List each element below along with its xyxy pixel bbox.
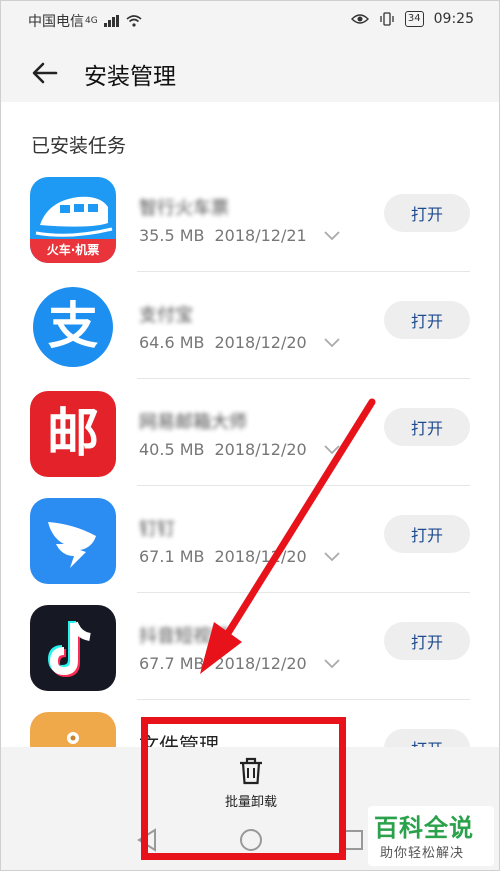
app-name: 钉钉 <box>139 519 175 540</box>
battery-indicator: 34 <box>404 11 424 27</box>
install-date: 2018/12/20 <box>214 547 307 566</box>
dingtalk-icon <box>48 522 96 568</box>
install-date: 2018/12/20 <box>214 440 307 459</box>
app-size: 40.5 MB <box>139 440 205 459</box>
list-item[interactable]: 邮 网易邮箱大师 40.5 MB 2018/12/20 打开 <box>0 379 500 486</box>
open-button[interactable]: 打开 <box>384 622 470 660</box>
install-date: 2018/12/20 <box>214 333 307 352</box>
watermark-title: 百科全说 <box>374 814 474 842</box>
train-app-icon: 火车·机票 <box>30 177 116 263</box>
watermark-logo: 百科全说 助你轻松解决 <box>368 806 494 866</box>
app-size: 64.6 MB <box>139 333 205 352</box>
page-title: 安装管理 <box>84 64 176 90</box>
list-item[interactable]: 火车·机票 智行火车票 35.5 MB 2018/12/21 打开 <box>0 165 500 272</box>
mail-glyph: 邮 <box>46 404 99 464</box>
app-size: 67.1 MB <box>139 547 205 566</box>
app-meta: 64.6 MB 2018/12/20 <box>139 333 341 352</box>
status-right: 34 09:25 <box>350 11 474 27</box>
open-button[interactable]: 打开 <box>384 301 470 339</box>
list-item[interactable]: 支 支付宝 64.6 MB 2018/12/20 打开 <box>0 272 500 379</box>
app-header: 安装管理 <box>0 44 500 102</box>
highlight-annotation-box <box>141 717 346 860</box>
app-meta: 67.7 MB 2018/12/20 <box>139 654 341 673</box>
chevron-down-icon[interactable] <box>323 443 341 457</box>
chevron-down-icon[interactable] <box>323 550 341 564</box>
alipay-app-icon: 支 <box>30 284 116 370</box>
watermark-subtitle: 助你轻松解决 <box>380 846 465 861</box>
open-button[interactable]: 打开 <box>384 408 470 446</box>
open-button[interactable]: 打开 <box>384 515 470 553</box>
list-item[interactable]: 抖音短视频 67.7 MB 2018/12/20 打开 <box>0 593 500 700</box>
vibrate-icon <box>380 12 394 26</box>
signal-icon <box>103 15 119 27</box>
list-item[interactable]: 钉钉 67.1 MB 2018/12/20 打开 <box>0 486 500 593</box>
chevron-down-icon[interactable] <box>323 336 341 350</box>
section-title: 已安装任务 <box>31 135 127 157</box>
status-left: 中国电信 4G <box>28 11 142 31</box>
carrier-label: 中国电信 <box>28 14 84 30</box>
tiktok-app-icon <box>30 605 116 691</box>
wifi-icon <box>126 15 142 27</box>
tiktok-icon <box>47 621 91 678</box>
train-icon-label: 火车·机票 <box>46 243 100 257</box>
install-date: 2018/12/20 <box>214 654 307 673</box>
app-meta: 40.5 MB 2018/12/20 <box>139 440 341 459</box>
eye-icon <box>350 14 369 24</box>
app-meta: 35.5 MB 2018/12/21 <box>139 226 341 245</box>
install-date: 2018/12/21 <box>214 226 307 245</box>
mail-app-icon: 邮 <box>30 391 116 477</box>
chevron-down-icon[interactable] <box>323 657 341 671</box>
app-name: 支付宝 <box>139 305 193 326</box>
open-button[interactable]: 打开 <box>384 194 470 232</box>
back-arrow-icon[interactable] <box>30 58 60 88</box>
dingtalk-app-icon <box>30 498 116 584</box>
network-label: 4G <box>85 16 98 26</box>
app-size: 67.7 MB <box>139 654 205 673</box>
app-name: 抖音短视频 <box>139 626 229 647</box>
clock: 09:25 <box>433 11 474 27</box>
app-name: 网易邮箱大师 <box>139 412 247 433</box>
alipay-glyph: 支 <box>48 297 98 355</box>
app-name: 智行火车票 <box>139 198 229 219</box>
app-meta: 67.1 MB 2018/12/20 <box>139 547 341 566</box>
status-bar: 中国电信 4G 34 09:25 <box>0 0 500 44</box>
chevron-down-icon[interactable] <box>323 229 341 243</box>
app-size: 35.5 MB <box>139 226 205 245</box>
